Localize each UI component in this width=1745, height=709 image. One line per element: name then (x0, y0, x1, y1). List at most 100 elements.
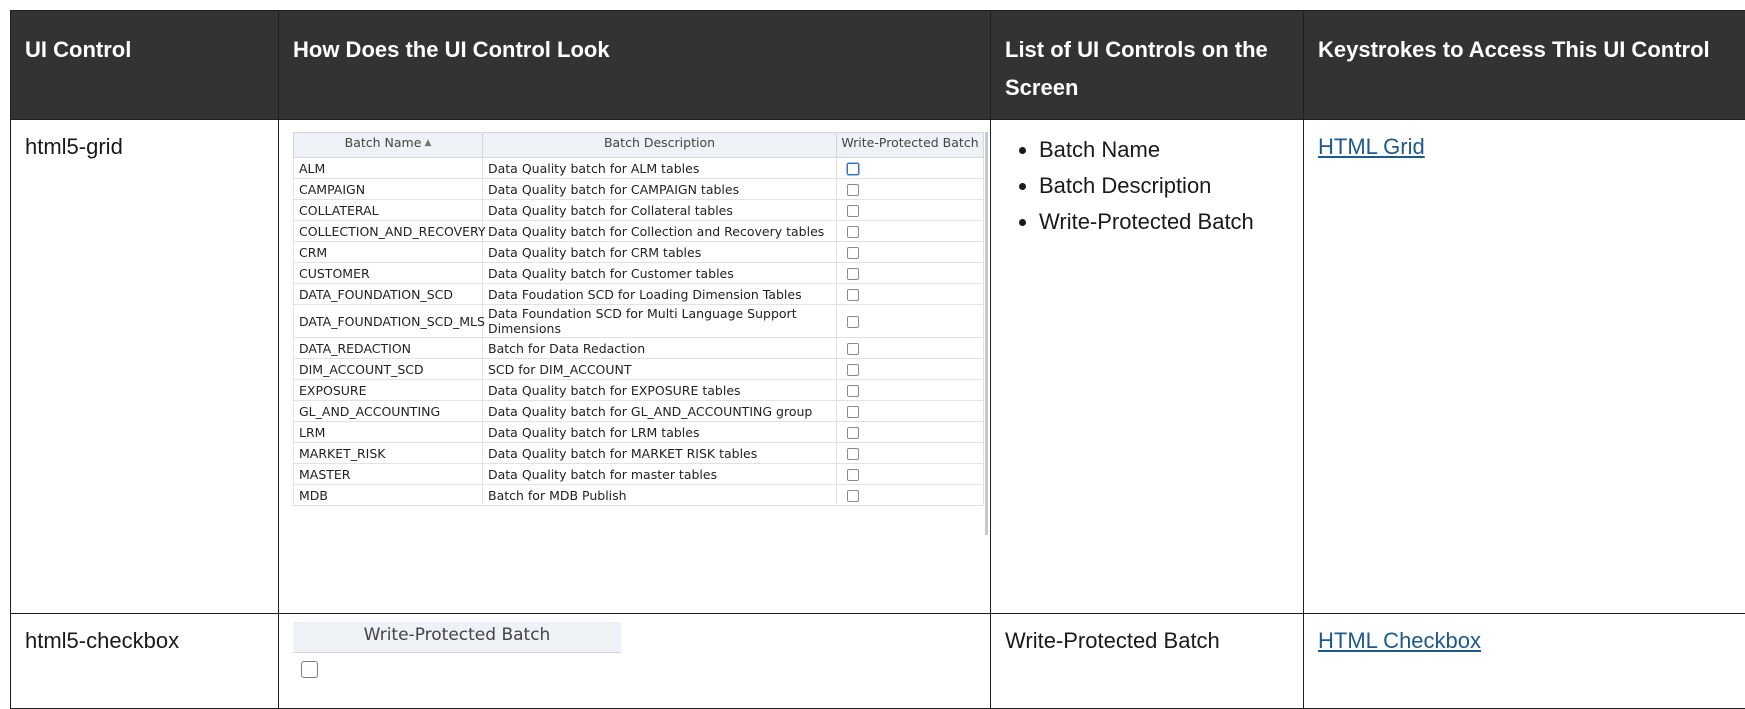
grid-cell-write-protected (837, 443, 984, 464)
grid-row[interactable]: ALMData Quality batch for ALM tables (294, 158, 984, 179)
grid-row[interactable]: DATA_REDACTIONBatch for Data Redaction (294, 338, 984, 359)
grid-cell-batch-description: Data Foundation SCD for Multi Language S… (483, 305, 837, 338)
grid-cell-write-protected (837, 242, 984, 263)
grid-header-batch-description[interactable]: Batch Description (483, 133, 837, 158)
header-list: List of UI Controls on the Screen (991, 11, 1304, 120)
grid-cell-batch-name: EXPOSURE (294, 380, 483, 401)
grid-cell-batch-name: DATA_FOUNDATION_SCD_MLS (294, 305, 483, 338)
grid-cell-batch-description: Data Quality batch for EXPOSURE tables (483, 380, 837, 401)
ui-control-name: html5-grid (11, 120, 279, 614)
grid-cell-batch-name: ALM (294, 158, 483, 179)
grid-cell-batch-description: Data Foudation SCD for Loading Dimension… (483, 284, 837, 305)
write-protected-checkbox[interactable] (847, 490, 859, 502)
grid-cell-write-protected (837, 263, 984, 284)
grid-row[interactable]: DATA_FOUNDATION_SCD_MLSData Foundation S… (294, 305, 984, 338)
grid-cell-write-protected (837, 422, 984, 443)
grid-row[interactable]: DIM_ACCOUNT_SCDSCD for DIM_ACCOUNT (294, 359, 984, 380)
grid-cell-write-protected (837, 284, 984, 305)
grid-cell-batch-name: DATA_REDACTION (294, 338, 483, 359)
control-preview-cell: Write-Protected Batch (279, 614, 991, 709)
grid-cell-batch-description: Data Quality batch for master tables (483, 464, 837, 485)
grid-cell-batch-description: SCD for DIM_ACCOUNT (483, 359, 837, 380)
list-item: Batch Description (1039, 168, 1289, 204)
grid-cell-batch-name: CUSTOMER (294, 263, 483, 284)
grid-cell-write-protected (837, 305, 984, 338)
grid-cell-write-protected (837, 380, 984, 401)
grid-row[interactable]: COLLECTION_AND_RECOVERYData Quality batc… (294, 221, 984, 242)
html-checkbox-link[interactable]: HTML Checkbox (1318, 628, 1481, 653)
grid-cell-write-protected (837, 200, 984, 221)
html-grid-link[interactable]: HTML Grid (1318, 134, 1425, 159)
write-protected-checkbox[interactable] (847, 469, 859, 481)
grid-row[interactable]: EXPOSUREData Quality batch for EXPOSURE … (294, 380, 984, 401)
write-protected-checkbox[interactable] (847, 427, 859, 439)
keystrokes-cell: HTML Checkbox (1304, 614, 1745, 709)
grid-row[interactable]: MDBBatch for MDB Publish (294, 485, 984, 506)
grid-cell-batch-name: COLLATERAL (294, 200, 483, 221)
ui-control-name: html5-checkbox (11, 614, 279, 709)
list-item: Batch Name (1039, 132, 1289, 168)
grid-cell-batch-description: Batch for MDB Publish (483, 485, 837, 506)
grid-row[interactable]: MASTERData Quality batch for master tabl… (294, 464, 984, 485)
grid-row[interactable]: COLLATERALData Quality batch for Collate… (294, 200, 984, 221)
grid-cell-batch-name: COLLECTION_AND_RECOVERY (294, 221, 483, 242)
write-protected-checkbox[interactable] (847, 184, 859, 196)
grid-cell-write-protected (837, 359, 984, 380)
grid-cell-batch-description: Data Quality batch for Collection and Re… (483, 221, 837, 242)
grid-cell-batch-description: Batch for Data Redaction (483, 338, 837, 359)
keystrokes-cell: HTML Grid (1304, 120, 1745, 614)
write-protected-checkbox[interactable] (847, 448, 859, 460)
grid-cell-write-protected (837, 401, 984, 422)
write-protected-checkbox[interactable] (301, 661, 318, 678)
list-item: Write-Protected Batch (1039, 204, 1289, 240)
grid-cell-batch-description: Data Quality batch for ALM tables (483, 158, 837, 179)
checkbox-preview-header: Write-Protected Batch (293, 622, 621, 653)
grid-cell-batch-name: LRM (294, 422, 483, 443)
write-protected-checkbox[interactable] (847, 316, 859, 328)
grid-row[interactable]: CAMPAIGNData Quality batch for CAMPAIGN … (294, 179, 984, 200)
grid-body: ALMData Quality batch for ALM tablesCAMP… (294, 158, 984, 506)
grid-header-row: Batch Name▲ Batch Description Write-Prot… (294, 133, 984, 158)
grid-cell-write-protected (837, 485, 984, 506)
grid-cell-batch-description: Data Quality batch for CRM tables (483, 242, 837, 263)
grid-row[interactable]: GL_AND_ACCOUNTINGData Quality batch for … (294, 401, 984, 422)
write-protected-checkbox[interactable] (847, 343, 859, 355)
controls-list-cell: Batch Name Batch Description Write-Prote… (991, 120, 1304, 614)
grid-row[interactable]: LRMData Quality batch for LRM tables (294, 422, 984, 443)
write-protected-checkbox[interactable] (847, 163, 859, 175)
write-protected-checkbox[interactable] (847, 364, 859, 376)
table-header-row: UI Control How Does the UI Control Look … (11, 11, 1745, 120)
header-keystrokes: Keystrokes to Access This UI Control (1304, 11, 1745, 120)
grid-cell-batch-name: GL_AND_ACCOUNTING (294, 401, 483, 422)
header-ui-control: UI Control (11, 11, 279, 120)
grid-cell-write-protected (837, 338, 984, 359)
write-protected-checkbox[interactable] (847, 289, 859, 301)
grid-row[interactable]: CRMData Quality batch for CRM tables (294, 242, 984, 263)
sort-ascending-icon: ▲ (424, 138, 431, 148)
grid-row[interactable]: CUSTOMERData Quality batch for Customer … (294, 263, 984, 284)
grid-header-batch-name[interactable]: Batch Name▲ (294, 133, 483, 158)
write-protected-checkbox[interactable] (847, 226, 859, 238)
grid-cell-batch-name: DATA_FOUNDATION_SCD (294, 284, 483, 305)
control-preview-cell: Batch Name▲ Batch Description Write-Prot… (279, 120, 991, 614)
grid-row[interactable]: DATA_FOUNDATION_SCDData Foudation SCD fo… (294, 284, 984, 305)
grid-cell-batch-description: Data Quality batch for Customer tables (483, 263, 837, 284)
table-row: html5-grid Batch Name▲ Batch Description (11, 120, 1745, 614)
grid-cell-batch-description: Data Quality batch for LRM tables (483, 422, 837, 443)
controls-list: Batch Name Batch Description Write-Prote… (1005, 132, 1289, 240)
grid-row[interactable]: MARKET_RISKData Quality batch for MARKET… (294, 443, 984, 464)
grid-cell-batch-name: MASTER (294, 464, 483, 485)
grid-cell-write-protected (837, 158, 984, 179)
write-protected-checkbox[interactable] (847, 247, 859, 259)
grid-preview: Batch Name▲ Batch Description Write-Prot… (293, 132, 988, 535)
ui-controls-table: UI Control How Does the UI Control Look … (10, 10, 1745, 709)
grid-cell-batch-description: Data Quality batch for Collateral tables (483, 200, 837, 221)
write-protected-checkbox[interactable] (847, 205, 859, 217)
header-look: How Does the UI Control Look (279, 11, 991, 120)
write-protected-checkbox[interactable] (847, 385, 859, 397)
write-protected-checkbox[interactable] (847, 406, 859, 418)
write-protected-checkbox[interactable] (847, 268, 859, 280)
grid-cell-batch-name: CAMPAIGN (294, 179, 483, 200)
grid-cell-batch-name: MARKET_RISK (294, 443, 483, 464)
grid-header-write-protected[interactable]: Write-Protected Batch (837, 133, 984, 158)
